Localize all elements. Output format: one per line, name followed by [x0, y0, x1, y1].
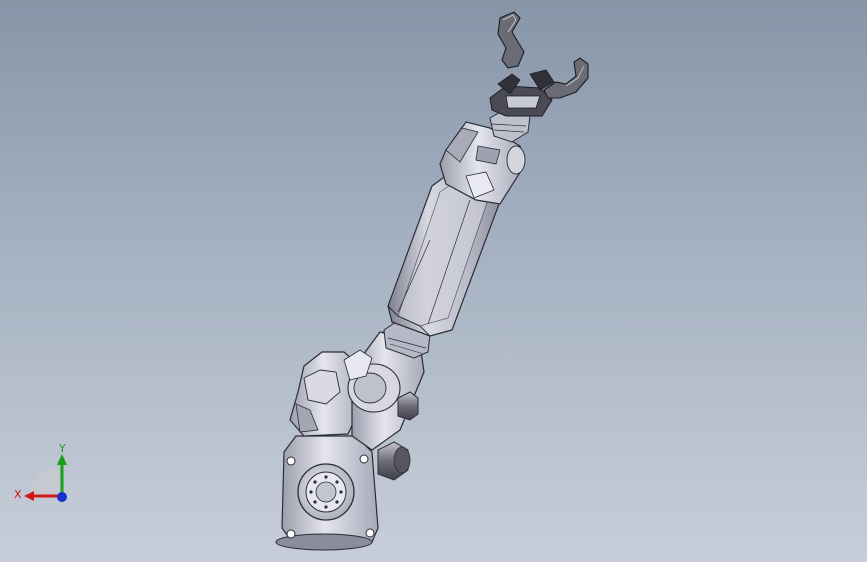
gripper-mount: [489, 69, 555, 143]
robot-arm-model[interactable]: [0, 0, 867, 562]
graphics-viewport[interactable]: Y X: [0, 0, 867, 562]
triad-x-arrow: [24, 491, 34, 501]
triad-z-axis: [57, 492, 67, 502]
triad-quarter-disc: [30, 468, 58, 495]
triad-y-label: Y: [58, 442, 66, 455]
reference-triad: Y X: [14, 442, 67, 502]
gripper-finger-left: [497, 11, 525, 69]
base-motor-flange: [275, 435, 379, 551]
triad-y-arrow: [57, 454, 67, 465]
triad-x-label: X: [14, 488, 22, 501]
